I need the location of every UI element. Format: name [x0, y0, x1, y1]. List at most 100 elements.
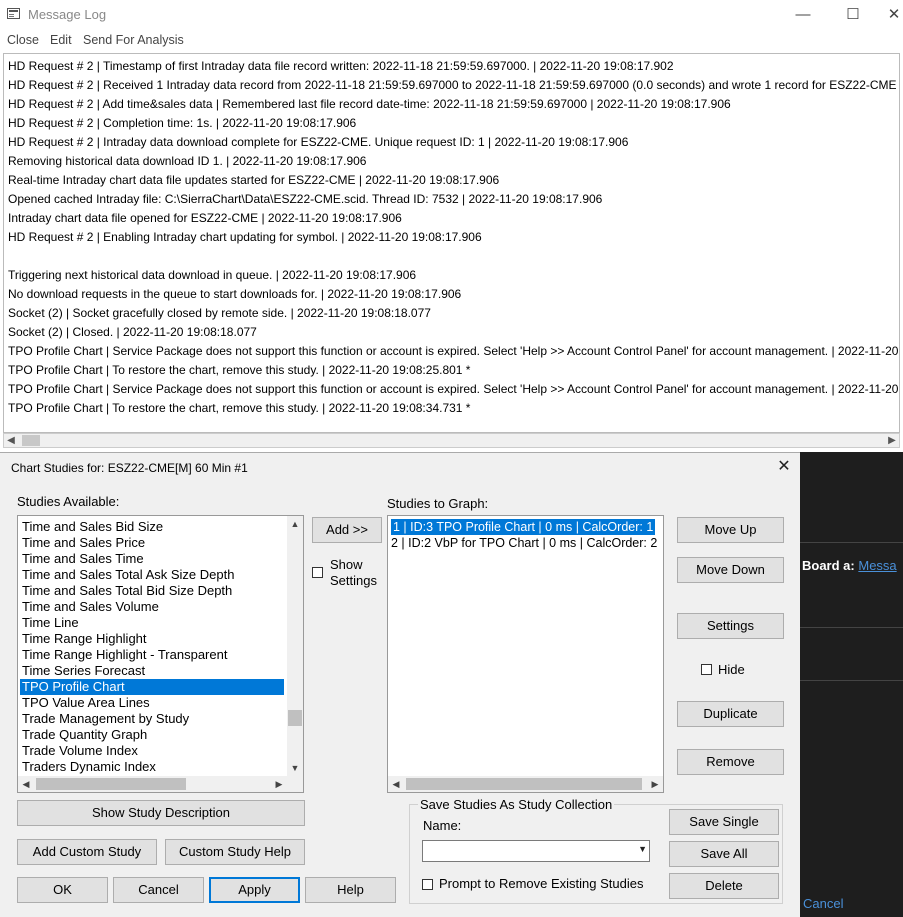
show-settings-checkbox[interactable]: [312, 567, 323, 578]
save-collection-group-title: Save Studies As Study Collection: [418, 797, 615, 812]
list-item[interactable]: Trade Management by Study: [22, 711, 189, 727]
save-all-button[interactable]: Save All: [669, 841, 779, 867]
scrollbar-thumb[interactable]: [288, 710, 302, 726]
list-item[interactable]: Time and Sales Volume: [22, 599, 159, 615]
close-window-button[interactable]: ✕: [880, 4, 903, 26]
scroll-left-icon[interactable]: ◀: [4, 434, 18, 447]
show-study-description-button[interactable]: Show Study Description: [17, 800, 305, 826]
log-line: Socket (2) | Socket gracefully closed by…: [8, 306, 431, 320]
log-line: Real-time Intraday chart data file updat…: [8, 173, 500, 187]
minimize-button[interactable]: —: [789, 4, 817, 26]
log-line: Triggering next historical data download…: [8, 268, 417, 282]
hide-checkbox[interactable]: [701, 664, 712, 675]
board-label-text: Board a:: [802, 558, 855, 573]
show-settings-label-line2: Settings: [330, 573, 377, 588]
scroll-right-icon[interactable]: ▶: [647, 776, 663, 792]
log-line: HD Request # 2 | Enabling Intraday chart…: [8, 230, 482, 244]
studies-to-graph-list[interactable]: 1 | ID:3 TPO Profile Chart | 0 ms | Calc…: [387, 515, 664, 793]
scroll-left-icon[interactable]: ◀: [18, 776, 34, 792]
menu-close[interactable]: Close: [7, 33, 39, 47]
list-item[interactable]: Time Line: [22, 615, 79, 631]
studies-available-label: Studies Available:: [17, 494, 120, 509]
list-item[interactable]: Time Range Highlight - Transparent: [22, 647, 227, 663]
duplicate-button[interactable]: Duplicate: [677, 701, 784, 727]
log-line: Socket (2) | Closed. | 2022-11-20 19:08:…: [8, 325, 257, 339]
window-title: Message Log: [28, 7, 107, 22]
chart-studies-dialog: Chart Studies for: ESZ22-CME[M] 60 Min #…: [0, 452, 800, 917]
list-item[interactable]: Trade Quantity Graph: [22, 727, 147, 743]
message-log-text-area[interactable]: HD Request # 2 | Timestamp of first Intr…: [3, 53, 900, 433]
list-item[interactable]: Time and Sales Bid Size: [22, 519, 163, 535]
scroll-down-icon[interactable]: ▼: [287, 760, 303, 776]
name-label: Name:: [423, 818, 462, 833]
app-window-icon: [7, 8, 20, 19]
list-item[interactable]: TPO Value Area Lines: [22, 695, 150, 711]
divider: [800, 542, 903, 543]
cancel-button[interactable]: Cancel: [113, 877, 204, 903]
add-custom-study-button[interactable]: Add Custom Study: [17, 839, 157, 865]
hide-label: Hide: [718, 662, 745, 677]
log-line: TPO Profile Chart | To restore the chart…: [8, 401, 471, 415]
list-item[interactable]: Time and Sales Total Bid Size Depth: [22, 583, 232, 599]
log-line: HD Request # 2 | Received 1 Intraday dat…: [8, 78, 900, 92]
log-line: HD Request # 2 | Completion time: 1s. | …: [8, 116, 357, 130]
move-up-button[interactable]: Move Up: [677, 517, 784, 543]
divider: [800, 627, 903, 628]
available-horizontal-scrollbar[interactable]: ◀ ▶: [18, 776, 303, 792]
collection-name-combobox[interactable]: ▼: [422, 840, 650, 862]
list-item[interactable]: Time Range Highlight: [22, 631, 147, 647]
show-settings-label-line1: Show: [330, 557, 363, 572]
studies-available-list[interactable]: Time and Sales Bid Size Time and Sales P…: [17, 515, 304, 793]
scroll-right-icon[interactable]: ▶: [885, 434, 899, 447]
studies-to-graph-label: Studies to Graph:: [387, 496, 489, 511]
move-down-button[interactable]: Move Down: [677, 557, 784, 583]
settings-button[interactable]: Settings: [677, 613, 784, 639]
custom-study-help-button[interactable]: Custom Study Help: [165, 839, 305, 865]
chevron-down-icon[interactable]: ▼: [638, 844, 647, 854]
list-item-selected[interactable]: TPO Profile Chart: [20, 679, 284, 695]
add-study-button[interactable]: Add >>: [312, 517, 382, 543]
prompt-remove-label: Prompt to Remove Existing Studies: [439, 876, 644, 891]
scrollbar-thumb[interactable]: [36, 778, 186, 790]
dialog-title: Chart Studies for: ESZ22-CME[M] 60 Min #…: [11, 461, 248, 475]
scroll-up-icon[interactable]: ▲: [287, 516, 303, 532]
menu-edit[interactable]: Edit: [50, 33, 72, 47]
apply-button[interactable]: Apply: [209, 877, 300, 903]
graph-list-item[interactable]: 2 | ID:2 VbP for TPO Chart | 0 ms | Calc…: [391, 535, 657, 551]
log-line: TPO Profile Chart | Service Package does…: [8, 344, 900, 358]
maximize-button[interactable]: ☐: [839, 4, 867, 26]
graph-list-item-selected[interactable]: 1 | ID:3 TPO Profile Chart | 0 ms | Calc…: [389, 518, 657, 536]
divider: [800, 680, 903, 681]
remove-button[interactable]: Remove: [677, 749, 784, 775]
available-vertical-scrollbar[interactable]: ▲ ▼: [287, 516, 303, 776]
graph-horizontal-scrollbar[interactable]: ◀ ▶: [388, 776, 663, 792]
dialog-close-icon[interactable]: ✕: [772, 455, 796, 479]
scroll-left-icon[interactable]: ◀: [388, 776, 404, 792]
log-line: HD Request # 2 | Intraday data download …: [8, 135, 629, 149]
list-item[interactable]: Time and Sales Time: [22, 551, 144, 567]
prompt-remove-checkbox[interactable]: [422, 879, 433, 890]
ok-button[interactable]: OK: [17, 877, 108, 903]
save-single-button[interactable]: Save Single: [669, 809, 779, 835]
log-line: Opened cached Intraday file: C:\SierraCh…: [8, 192, 603, 206]
background-chart-area: [800, 452, 903, 917]
list-item[interactable]: Time and Sales Price: [22, 535, 145, 551]
list-item[interactable]: Traders Dynamic Index: [22, 759, 156, 775]
help-button[interactable]: Help: [305, 877, 396, 903]
background-cancel-link[interactable]: Cancel: [803, 896, 843, 911]
list-item[interactable]: Trade Volume Index: [22, 743, 138, 759]
scroll-right-icon[interactable]: ▶: [271, 776, 287, 792]
scrollbar-thumb[interactable]: [406, 778, 642, 790]
log-line: TPO Profile Chart | To restore the chart…: [8, 363, 471, 377]
list-item[interactable]: Time and Sales Total Ask Size Depth: [22, 567, 234, 583]
scrollbar-thumb[interactable]: [22, 435, 40, 446]
log-line: HD Request # 2 | Add time&sales data | R…: [8, 97, 731, 111]
log-line: Removing historical data download ID 1. …: [8, 154, 367, 168]
log-line: TPO Profile Chart | Service Package does…: [8, 382, 900, 396]
board-link[interactable]: Messa: [858, 558, 896, 573]
menu-bar: Close Edit Send For Analysis: [0, 30, 903, 52]
list-item[interactable]: Time Series Forecast: [22, 663, 145, 679]
log-horizontal-scrollbar[interactable]: ◀ ▶: [3, 433, 900, 448]
delete-button[interactable]: Delete: [669, 873, 779, 899]
menu-send-for-analysis[interactable]: Send For Analysis: [83, 33, 184, 47]
